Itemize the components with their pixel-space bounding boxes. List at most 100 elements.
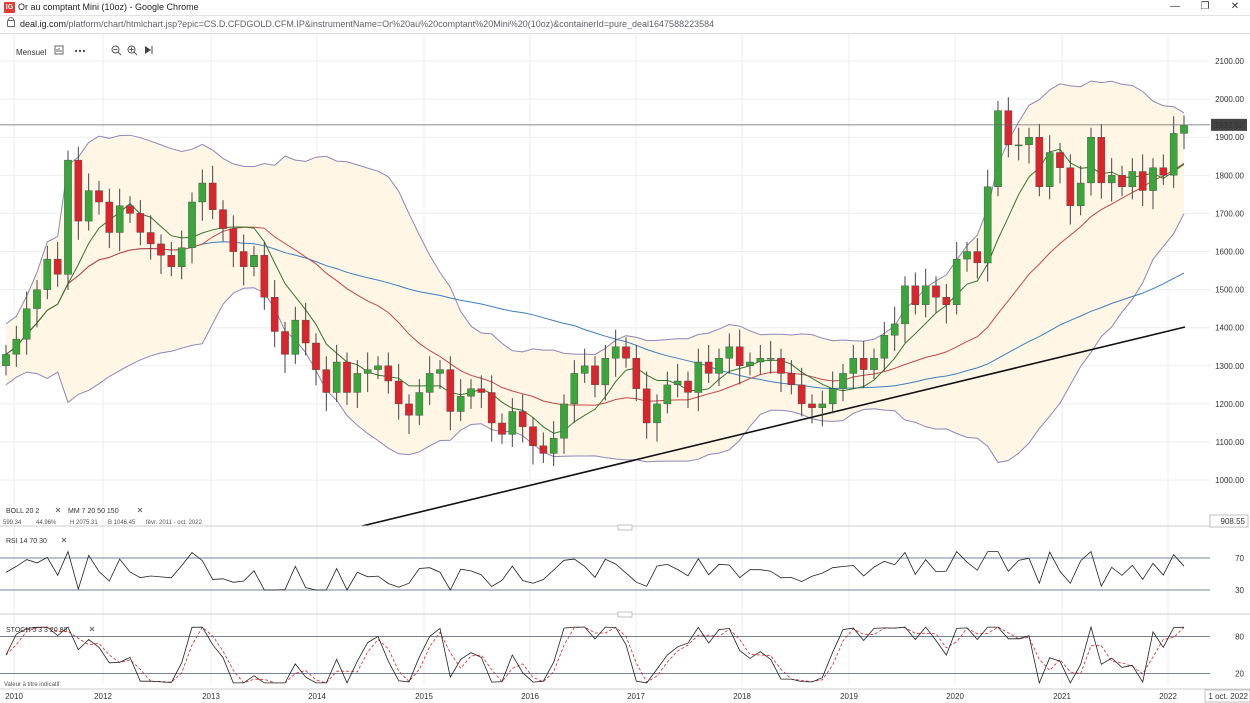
candle [549,438,558,454]
year-tick-label: 2012 [94,692,112,701]
candle [642,388,651,424]
candle [239,251,248,267]
candle [84,190,93,222]
candle [33,289,41,309]
window-title: Or au comptant Mini (10oz) - Google Chro… [18,2,199,12]
candle [570,373,579,405]
year-tick-label: 2015 [415,692,433,701]
close-icon [137,507,143,513]
candle [725,346,734,359]
candle [994,110,1002,187]
candle [2,354,10,366]
candle [973,251,982,264]
candle [942,297,951,306]
candle [870,358,878,370]
zoom-in-icon[interactable] [127,45,138,56]
year-tick-label: 2021 [1053,692,1071,701]
price-tick-label: 1500.00 [1215,286,1244,295]
candle [1149,167,1157,191]
stoch-level-label: 80 [1235,632,1244,641]
play-icon[interactable] [144,45,154,56]
candle [746,361,754,366]
zoom-out-icon[interactable] [111,45,122,56]
candle [983,186,992,264]
candle [477,388,486,393]
chart-type-icon[interactable] [54,45,65,56]
candle [1076,182,1085,207]
candle [715,358,723,374]
rsi-level-label: 70 [1235,554,1244,563]
panel-resize-handle [617,611,633,618]
candle [828,388,837,405]
candle [1097,136,1106,184]
candle [880,335,889,359]
candle [250,255,258,267]
candle [787,373,796,385]
minimize-button[interactable]: — [1160,0,1190,15]
candle [622,346,630,359]
candle [591,365,599,385]
price-chart[interactable]: 2100.002000.001900.001800.001700.001600.… [0,34,1250,703]
lock-icon [7,17,15,27]
restore-button[interactable]: ❐ [1190,0,1220,15]
candle [343,361,351,393]
candle [136,213,145,233]
candle [167,255,176,267]
panel-resize-handle [617,524,633,531]
stoch-k-line [5,625,1185,685]
url-text[interactable]: deal.ig.com/platform/chart/htmlchart.jsp… [20,19,714,29]
mm-legend: MM 7 20 50 150 [68,508,119,515]
candle [529,426,537,446]
candle [446,369,455,412]
stoch-d-line [5,626,1185,684]
candle [208,182,217,210]
legend-pct: 44.96% [36,520,57,526]
candle [839,373,847,389]
candle [777,358,785,374]
candle [281,331,289,355]
more-icon[interactable] [74,45,86,56]
candle [735,346,744,366]
close-button[interactable]: ✕ [1220,0,1250,15]
candle [859,358,868,370]
chart-toolbar: Mensuel [0,34,1250,60]
candle [105,201,114,233]
year-tick-label: 2019 [840,692,858,701]
price-tick-label: 1900.00 [1215,133,1244,142]
year-tick-label: 2016 [521,692,539,701]
candle [22,308,31,340]
candle [12,338,21,355]
candle [1056,152,1064,168]
address-bar[interactable]: deal.ig.com/platform/chart/htmlchart.jsp… [0,16,1250,34]
candle [1138,171,1147,191]
candle [818,403,827,408]
rsi-level-label: 30 [1235,586,1244,595]
candle [229,228,238,252]
price-tick-label: 1300.00 [1215,362,1244,371]
price-tick-label: 1800.00 [1215,171,1244,180]
candle [405,403,413,416]
candle [64,159,72,275]
candle [673,380,682,385]
legend-value: 599.34 [3,520,22,526]
candle [322,369,331,393]
candle [508,411,517,435]
boll-legend: BOLL 20 2 [6,508,39,515]
candle [1169,133,1178,176]
candle [74,159,83,222]
stoch-level-label: 20 [1235,670,1244,679]
candle [415,392,424,416]
candle [1118,175,1126,187]
close-icon [61,537,67,543]
period-selector[interactable]: Mensuel [16,48,46,57]
candle [374,365,382,370]
candle [456,396,465,412]
candle [353,373,362,393]
candle [126,205,134,214]
candle [580,365,589,374]
candle [1014,144,1023,147]
candle [1035,136,1044,187]
candle [932,285,940,298]
candle [539,445,548,454]
candle [849,358,858,374]
